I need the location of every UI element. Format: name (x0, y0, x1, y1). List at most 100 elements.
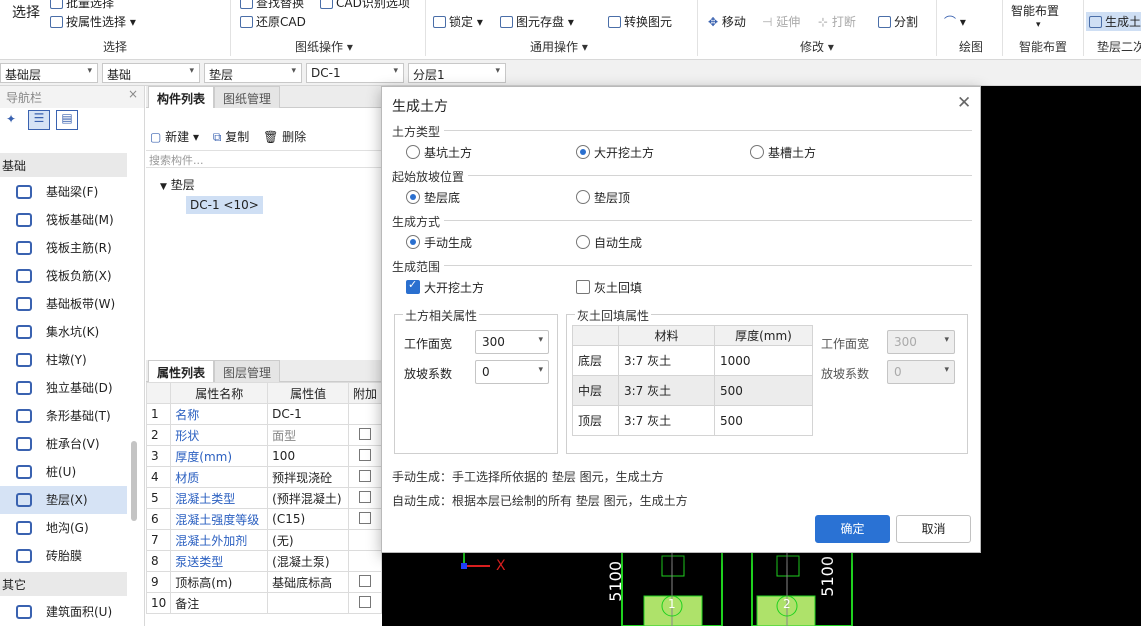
property-value[interactable]: 基础底标高 (267, 571, 349, 593)
property-value[interactable]: 面型 (267, 424, 349, 446)
radio-manual[interactable]: 手动生成 (406, 234, 472, 251)
table-row[interactable]: 7 混凝土外加剂 (无) (145, 529, 383, 551)
table-row[interactable]: 4 材质 预拌现浇砼 (145, 466, 383, 488)
nav-category-other[interactable]: 其它 (0, 572, 127, 596)
tab-drawing-management[interactable]: 图纸管理 (214, 86, 281, 108)
property-value[interactable]: 预拌现浇砼 (267, 466, 349, 488)
table-row[interactable]: 6 混凝土强度等级 (C15) (145, 508, 383, 530)
table-row[interactable]: 8 泵送类型 (混凝土泵) (145, 550, 383, 572)
backfill-material[interactable]: 3:7 灰土 (618, 345, 715, 376)
nav-item[interactable]: 基础梁(F) (0, 178, 127, 206)
extend-button[interactable]: ⊣ 延伸 (762, 13, 800, 30)
convert-element-button[interactable]: 转换图元 (608, 13, 672, 30)
nav-item[interactable]: 筏板负筋(X) (0, 262, 127, 290)
work-width-input[interactable]: 300 (475, 330, 549, 354)
close-icon[interactable]: × (128, 87, 138, 101)
close-icon[interactable]: ✕ (957, 93, 971, 113)
fill-slope-input[interactable]: 0 (887, 360, 955, 384)
collapse-arrow-icon[interactable]: ▼ (160, 182, 167, 192)
save-element-button[interactable]: 图元存盘 ▾ (500, 13, 574, 30)
smart-layout-dropdown[interactable]: ▾ (1036, 20, 1041, 30)
nav-item[interactable]: 条形基础(T) (0, 402, 127, 430)
nav-item[interactable]: 桩(U) (0, 458, 127, 486)
attach-checkbox[interactable] (358, 469, 371, 482)
tree-node-child[interactable]: DC-1 <10> (186, 196, 263, 214)
sublayer-select[interactable]: 分层1 (408, 63, 506, 83)
backfill-thickness[interactable]: 500 (714, 405, 813, 436)
nav-item[interactable]: 独立基础(D) (0, 374, 127, 402)
smart-layout-button[interactable]: 智能布置 (1011, 2, 1059, 19)
property-value[interactable]: (预拌混凝土) (267, 487, 349, 509)
detail-view-icon[interactable]: ▤ (56, 110, 78, 130)
checkbox-open-excavation[interactable]: 大开挖土方 (406, 278, 484, 296)
table-row[interactable]: 2 形状 面型 (145, 424, 383, 446)
arc-draw-button[interactable]: ⌒ ▾ (944, 13, 966, 30)
pin-icon[interactable]: ✦ (6, 112, 16, 126)
fill-work-width-input[interactable]: 300 (887, 330, 955, 354)
radio-trench-earth[interactable]: 基槽土方 (750, 144, 816, 161)
restore-cad-button[interactable]: 还原CAD (240, 13, 306, 30)
attach-checkbox[interactable] (358, 427, 371, 440)
property-value[interactable]: 100 (267, 445, 349, 467)
property-value[interactable] (267, 592, 349, 614)
split-button[interactable]: 分割 (878, 13, 918, 30)
nav-item[interactable]: 地沟(G) (0, 514, 127, 542)
category-select[interactable]: 基础 (102, 63, 200, 83)
backfill-material[interactable]: 3:7 灰土 (618, 375, 715, 406)
attach-checkbox[interactable] (358, 574, 371, 587)
find-replace-button[interactable]: 查找替换 (240, 0, 304, 11)
attach-checkbox[interactable] (358, 595, 371, 608)
component-select[interactable]: DC-1 (306, 63, 404, 83)
radio-cushion-top[interactable]: 垫层顶 (576, 189, 630, 206)
table-row[interactable]: 1 名称 DC-1 (145, 403, 383, 425)
attach-checkbox[interactable] (358, 448, 371, 461)
generate-earth-button[interactable]: 生成土方 (1086, 12, 1141, 31)
nav-item[interactable]: 基础板带(W) (0, 290, 127, 318)
radio-auto[interactable]: 自动生成 (576, 234, 642, 251)
nav-category-foundation[interactable]: 基础 (0, 153, 127, 177)
cancel-button[interactable]: 取消 (896, 515, 971, 543)
table-row[interactable]: 10 备注 (145, 592, 383, 614)
property-value[interactable]: (C15) (267, 508, 349, 530)
move-button[interactable]: ✥ 移动 (708, 13, 746, 30)
floor-select[interactable]: 基础层 (0, 63, 98, 83)
list-view-icon[interactable]: ☰ (28, 110, 50, 130)
tab-component-list[interactable]: 构件列表 (148, 86, 215, 108)
radio-cushion-bottom[interactable]: 垫层底 (406, 189, 460, 206)
table-row[interactable]: 9 顶标高(m) 基础底标高 (145, 571, 383, 593)
table-row[interactable]: 中层 3:7 灰土 500 (572, 375, 813, 406)
nav-item[interactable]: 柱墩(Y) (0, 346, 127, 374)
nav-item[interactable]: 集水坑(K) (0, 318, 127, 346)
lock-button[interactable]: 锁定 ▾ (433, 13, 483, 30)
nav-scrollbar[interactable] (131, 441, 137, 521)
select-button[interactable]: 选择 (12, 2, 40, 22)
tab-property-list[interactable]: 属性列表 (148, 360, 215, 382)
nav-item-building-area[interactable]: 建筑面积(U) (0, 598, 127, 626)
nav-item[interactable]: 筏板主筋(R) (0, 234, 127, 262)
backfill-thickness[interactable]: 500 (714, 375, 813, 406)
cad-recog-button[interactable]: CAD识别选项 (320, 0, 410, 11)
tree-node-parent[interactable]: ▼ 垫层 (160, 176, 195, 193)
attach-checkbox[interactable] (358, 490, 371, 503)
delete-button[interactable]: 🗑 删除 (263, 130, 306, 144)
attach-checkbox[interactable] (358, 511, 371, 524)
nav-item[interactable]: 筏板基础(M) (0, 206, 127, 234)
tab-layer-management[interactable]: 图层管理 (214, 360, 281, 382)
ok-button[interactable]: 确定 (815, 515, 890, 543)
table-row[interactable]: 3 厚度(mm) 100 (145, 445, 383, 467)
property-value[interactable]: DC-1 (267, 403, 349, 425)
break-button[interactable]: ⊹ 打断 (818, 13, 856, 30)
nav-item[interactable]: 桩承台(V) (0, 430, 127, 458)
batch-select-button[interactable]: 批量选择 (50, 0, 114, 11)
checkbox-lime-backfill[interactable]: 灰土回填 (576, 279, 642, 296)
component-type-select[interactable]: 垫层 (204, 63, 302, 83)
radio-pit-earth[interactable]: 基坑土方 (406, 144, 472, 161)
property-value[interactable]: (无) (267, 529, 349, 551)
table-row[interactable]: 顶层 3:7 灰土 500 (572, 405, 813, 436)
component-search-input[interactable]: 搜索构件... (146, 150, 382, 168)
table-row[interactable]: 底层 3:7 灰土 1000 (572, 345, 813, 376)
copy-button[interactable]: ⧉ 复制 (213, 130, 249, 144)
nav-item[interactable]: 砖胎膜 (0, 542, 127, 570)
table-row[interactable]: 5 混凝土类型 (预拌混凝土) (145, 487, 383, 509)
prop-select-button[interactable]: 按属性选择 ▾ (50, 13, 136, 30)
